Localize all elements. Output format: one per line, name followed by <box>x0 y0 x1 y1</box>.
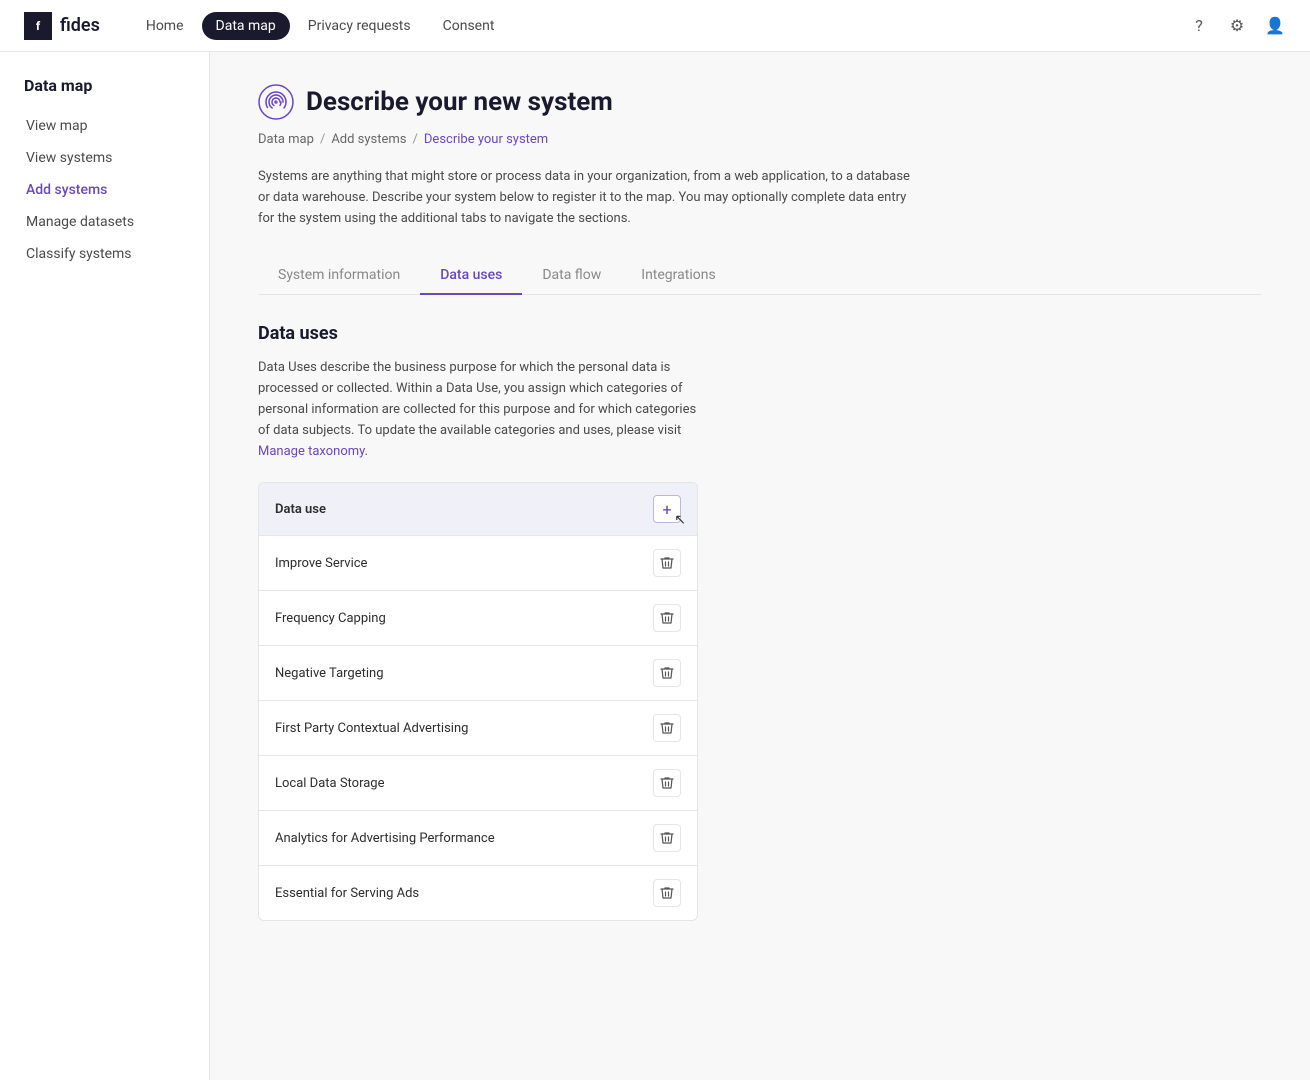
nav-privacy-requests[interactable]: Privacy requests <box>294 12 425 40</box>
logo-initial: f <box>36 19 40 33</box>
data-use-table: Data use + ↖ Improve Service <box>258 482 698 921</box>
sidebar-item-classify-systems[interactable]: Classify systems <box>16 239 193 269</box>
data-use-row-2: Negative Targeting <box>259 646 697 701</box>
page-header: Describe your new system <box>258 84 1262 120</box>
breadcrumb-sep-2: / <box>413 132 418 147</box>
sidebar-item-view-map[interactable]: View map <box>16 111 193 141</box>
section-description: Data Uses describe the business purpose … <box>258 358 698 462</box>
tabs: System information Data uses Data flow I… <box>258 257 1262 295</box>
delete-button-0[interactable] <box>653 549 681 577</box>
data-use-row-5: Analytics for Advertising Performance <box>259 811 697 866</box>
tab-integrations[interactable]: Integrations <box>621 257 735 295</box>
logo-box: f <box>24 12 52 40</box>
topbar: f fides Home Data map Privacy requests C… <box>0 0 1310 52</box>
data-use-row-3: First Party Contextual Advertising <box>259 701 697 756</box>
delete-button-6[interactable] <box>653 879 681 907</box>
sidebar-item-manage-datasets[interactable]: Manage datasets <box>16 207 193 237</box>
data-use-name-4[interactable]: Local Data Storage <box>275 776 385 791</box>
sidebar-item-add-systems[interactable]: Add systems <box>16 175 193 205</box>
data-use-name-0[interactable]: Improve Service <box>275 556 367 571</box>
logo-area: f fides <box>24 12 100 40</box>
data-use-name-2[interactable]: Negative Targeting <box>275 666 384 681</box>
section-title: Data uses <box>258 323 1262 344</box>
data-use-table-header: Data use + ↖ <box>259 483 697 536</box>
sidebar-item-view-systems[interactable]: View systems <box>16 143 193 173</box>
page-title: Describe your new system <box>306 87 613 117</box>
plus-icon: + <box>662 500 671 519</box>
gear-icon[interactable]: ⚙ <box>1226 15 1248 37</box>
tab-system-information[interactable]: System information <box>258 257 420 295</box>
nav-data-map[interactable]: Data map <box>202 12 290 40</box>
breadcrumb-data-map[interactable]: Data map <box>258 132 314 147</box>
data-use-name-5[interactable]: Analytics for Advertising Performance <box>275 831 495 846</box>
breadcrumb: Data map / Add systems / Describe your s… <box>258 132 1262 147</box>
help-icon[interactable]: ? <box>1188 15 1210 37</box>
sidebar-title: Data map <box>16 76 193 95</box>
data-use-column-label: Data use <box>275 502 326 517</box>
data-use-row-1: Frequency Capping <box>259 591 697 646</box>
delete-button-4[interactable] <box>653 769 681 797</box>
data-use-row-0: Improve Service <box>259 536 697 591</box>
trash-icon-1 <box>660 611 674 625</box>
breadcrumb-describe-system[interactable]: Describe your system <box>424 132 548 147</box>
breadcrumb-sep-1: / <box>320 132 325 147</box>
delete-button-3[interactable] <box>653 714 681 742</box>
data-use-name-6[interactable]: Essential for Serving Ads <box>275 886 419 901</box>
nav-right: ? ⚙ 👤 <box>1188 15 1286 37</box>
trash-icon-5 <box>660 831 674 845</box>
sidebar: Data map View map View systems Add syste… <box>0 52 210 1080</box>
manage-taxonomy-link[interactable]: Manage taxonomy <box>258 444 365 459</box>
nav-consent[interactable]: Consent <box>429 12 509 40</box>
tab-data-uses[interactable]: Data uses <box>420 257 522 295</box>
main-content: Describe your new system Data map / Add … <box>210 52 1310 1080</box>
layout: Data map View map View systems Add syste… <box>0 52 1310 1080</box>
nav-items: Home Data map Privacy requests Consent <box>132 12 1188 40</box>
add-data-use-button[interactable]: + ↖ <box>653 495 681 523</box>
data-use-row-6: Essential for Serving Ads <box>259 866 697 920</box>
trash-icon-2 <box>660 666 674 680</box>
breadcrumb-add-systems[interactable]: Add systems <box>331 132 406 147</box>
fingerprint-icon <box>258 84 294 120</box>
page-description: Systems are anything that might store or… <box>258 167 918 229</box>
data-use-name-3[interactable]: First Party Contextual Advertising <box>275 721 468 736</box>
cursor-icon: ↖ <box>674 512 686 528</box>
delete-button-2[interactable] <box>653 659 681 687</box>
trash-icon-0 <box>660 556 674 570</box>
logo-text: fides <box>60 15 100 36</box>
data-use-name-1[interactable]: Frequency Capping <box>275 611 386 626</box>
delete-button-1[interactable] <box>653 604 681 632</box>
delete-button-5[interactable] <box>653 824 681 852</box>
tab-data-flow[interactable]: Data flow <box>522 257 621 295</box>
trash-icon-4 <box>660 776 674 790</box>
data-uses-content: Data uses Data Uses describe the busines… <box>258 323 1262 921</box>
nav-home[interactable]: Home <box>132 12 198 40</box>
data-use-row-4: Local Data Storage <box>259 756 697 811</box>
trash-icon-6 <box>660 886 674 900</box>
trash-icon-3 <box>660 721 674 735</box>
user-icon[interactable]: 👤 <box>1264 15 1286 37</box>
